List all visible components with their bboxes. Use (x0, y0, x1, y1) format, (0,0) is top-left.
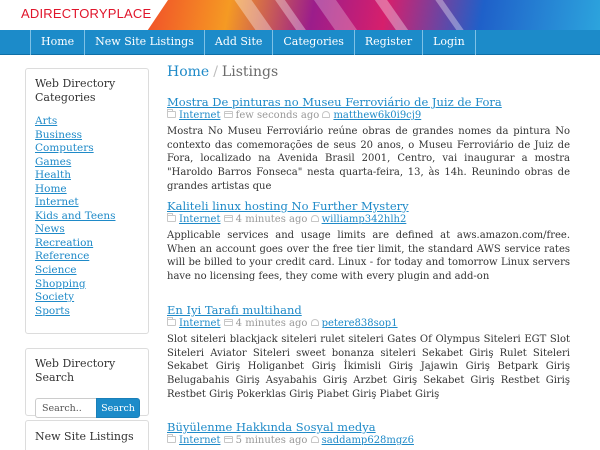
breadcrumb: Home / Listings (167, 64, 570, 86)
listing-category-link[interactable]: Internet (179, 318, 220, 329)
listing-title[interactable]: En Iyi Tarafı multihand (167, 303, 302, 317)
user-icon (322, 111, 331, 118)
user-icon (310, 436, 319, 443)
category-link-kids-and-teens[interactable]: Kids and Teens (35, 210, 116, 222)
listing-user-link[interactable]: petere838sop1 (322, 318, 398, 329)
site-logo[interactable]: ADIRECTORYPLACE (0, 0, 168, 30)
listing-user-link[interactable]: williamp342hlh2 (322, 214, 407, 225)
search-form: Search (35, 398, 140, 418)
calendar-icon (223, 319, 233, 326)
search-button[interactable]: Search (96, 398, 140, 418)
category-link-business[interactable]: Business (35, 129, 82, 141)
nav-categories[interactable]: Categories (273, 30, 354, 55)
banner-stripe (427, 0, 479, 30)
search-panel: Web Directory Search Search (25, 348, 149, 418)
nav-home[interactable]: Home (31, 30, 84, 55)
listing-description: Mostra No Museu Ferroviário reúne obras … (167, 126, 570, 192)
user-icon (310, 215, 319, 222)
banner-stripe (228, 0, 286, 30)
nav-new-site-listings[interactable]: New Site Listings (85, 30, 204, 55)
listing-meta: Internet 5 minutes ago saddamp628mgz6 (167, 434, 570, 447)
category-link-reference[interactable]: Reference (35, 250, 89, 262)
folder-icon (167, 434, 176, 443)
listing-title[interactable]: Mostra De pinturas no Museu Ferroviário … (167, 95, 502, 109)
search-heading: Web Directory Search (35, 357, 116, 384)
new-listings-heading: New Site Listings (35, 430, 134, 443)
folder-icon (167, 109, 176, 118)
user-icon (310, 319, 319, 326)
calendar-icon (223, 111, 233, 118)
category-link-news[interactable]: News (35, 223, 65, 235)
category-link-health[interactable]: Health (35, 169, 71, 181)
breadcrumb-current: Listings (221, 64, 279, 80)
category-list: Arts Business Computers Games Health Hom… (35, 115, 140, 318)
listing-item: Büyülenme Hakkında Sosyal medya Internet… (167, 420, 570, 447)
category-link-arts[interactable]: Arts (35, 115, 57, 127)
category-link-society[interactable]: Society (35, 291, 74, 303)
folder-icon (167, 213, 176, 222)
nav-add-site[interactable]: Add Site (205, 30, 273, 55)
category-link-home[interactable]: Home (35, 183, 67, 195)
banner-stripe (308, 0, 370, 30)
nav-register[interactable]: Register (355, 30, 422, 55)
category-link-internet[interactable]: Internet (35, 196, 79, 208)
listing-category-link[interactable]: Internet (179, 214, 220, 225)
banner-stripe (367, 0, 423, 30)
calendar-icon (223, 436, 233, 443)
listing-meta: Internet 4 minutes ago petere838sop1 (167, 317, 570, 330)
category-link-sports[interactable]: Sports (35, 305, 70, 317)
folder-icon (167, 317, 176, 326)
calendar-icon (223, 215, 233, 222)
new-listings-panel: New Site Listings (25, 420, 149, 450)
listing-user-link[interactable]: saddamp628mgz6 (322, 435, 414, 446)
category-link-computers[interactable]: Computers (35, 142, 94, 154)
listing-title[interactable]: Kaliteli linux hosting No Further Myster… (167, 199, 409, 213)
listing-meta: Internet 4 minutes ago williamp342hlh2 (167, 213, 570, 226)
listing-time: few seconds ago (235, 110, 320, 121)
listing-user-link[interactable]: matthew6k0i9cj9 (333, 110, 421, 121)
breadcrumb-home[interactable]: Home (167, 64, 209, 80)
header-banner: ADIRECTORYPLACE (0, 0, 600, 30)
listing-category-link[interactable]: Internet (179, 110, 220, 121)
breadcrumb-separator: / (213, 64, 218, 80)
listing-title[interactable]: Büyülenme Hakkında Sosyal medya (167, 420, 376, 434)
main-content: Home / Listings Mostra De pinturas no Muse… (167, 64, 570, 446)
category-link-games[interactable]: Games (35, 156, 71, 168)
categories-panel: Web Directory Categories Arts Business C… (25, 68, 149, 334)
listing-item: Kaliteli linux hosting No Further Myster… (167, 199, 570, 284)
category-link-science[interactable]: Science (35, 264, 77, 276)
main-nav: Home New Site Listings Add Site Categori… (0, 30, 600, 55)
listing-description: Applicable services and usage limits are… (167, 230, 570, 283)
listing-time: 4 minutes ago (235, 318, 308, 329)
categories-heading: Web Directory Categories (35, 77, 116, 104)
listing-item: En Iyi Tarafı multihand Internet 4 minut… (167, 303, 570, 402)
listing-description: Slot siteleri blackjack siteleri rulet s… (167, 334, 570, 400)
listing-time: 5 minutes ago (235, 435, 308, 446)
listing-category-link[interactable]: Internet (179, 435, 220, 446)
listing-time: 4 minutes ago (235, 214, 308, 225)
category-link-recreation[interactable]: Recreation (35, 237, 93, 249)
listing-item: Mostra De pinturas no Museu Ferroviário … (167, 95, 570, 194)
search-input[interactable] (35, 398, 96, 418)
nav-login[interactable]: Login (423, 30, 475, 55)
category-link-shopping[interactable]: Shopping (35, 278, 86, 290)
banner-stripe (267, 0, 321, 30)
listing-meta: Internet few seconds ago matthew6k0i9cj9 (167, 109, 570, 122)
